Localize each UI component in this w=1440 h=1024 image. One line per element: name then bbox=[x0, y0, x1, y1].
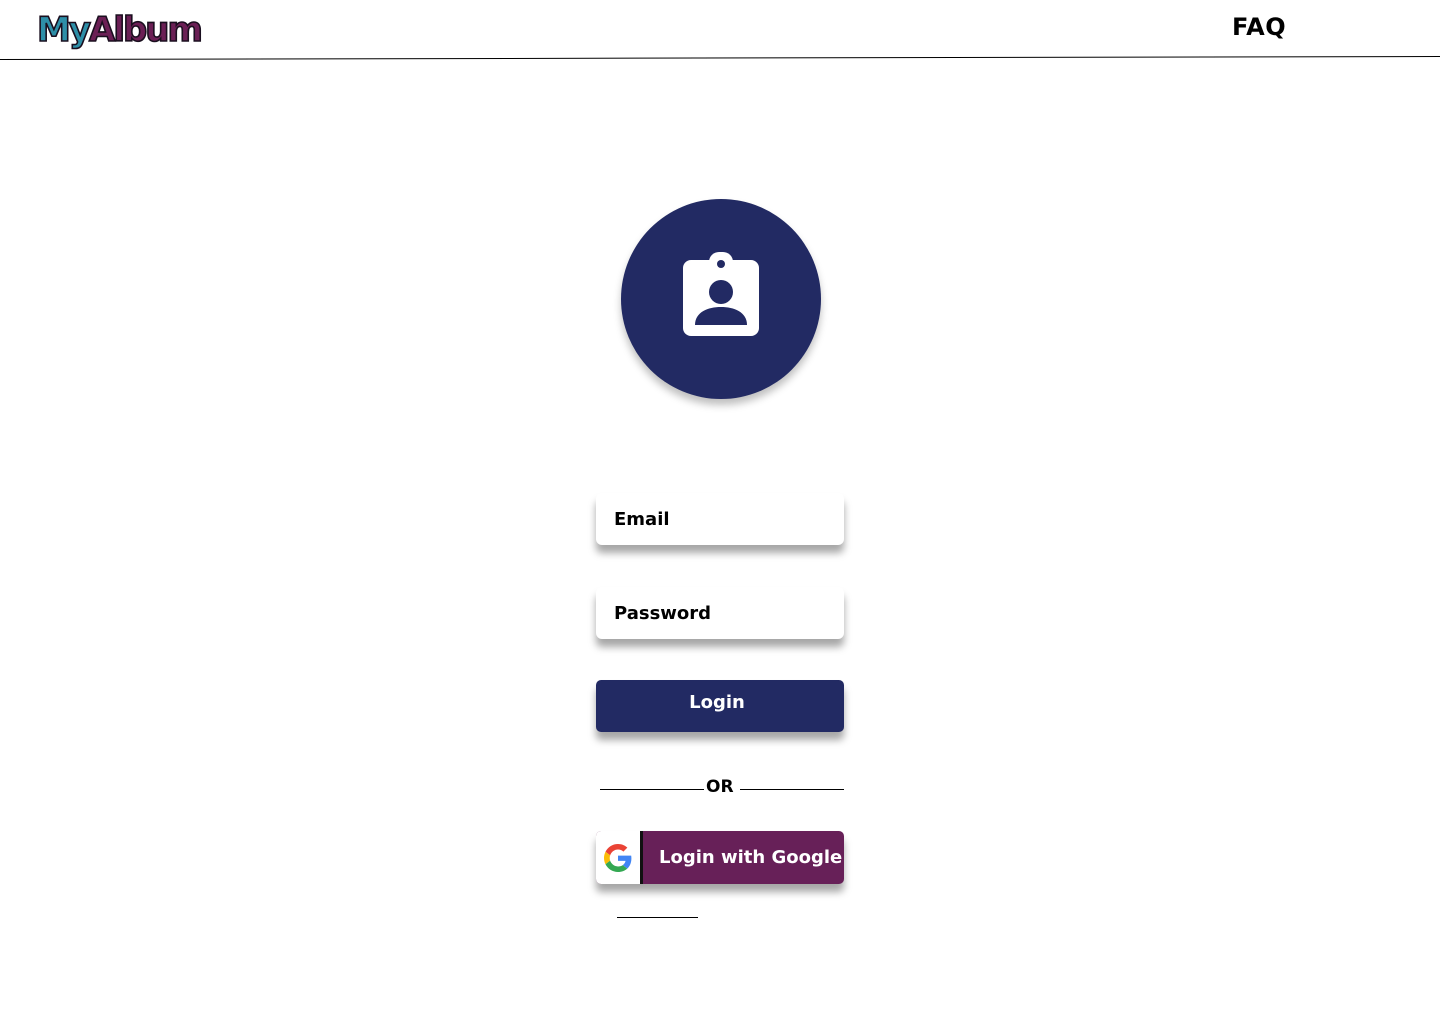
google-login-button[interactable]: Login with Google bbox=[596, 831, 844, 884]
or-divider-text: OR bbox=[706, 777, 734, 797]
divider-line-right bbox=[740, 789, 844, 790]
profile-avatar bbox=[621, 199, 821, 399]
header-divider bbox=[0, 56, 1440, 60]
logo[interactable]: MyAlbum bbox=[36, 8, 204, 52]
google-icon bbox=[604, 844, 632, 872]
password-field[interactable] bbox=[596, 587, 844, 639]
google-icon-container bbox=[596, 831, 643, 884]
login-page: MyAlbum FAQ Login OR bbox=[0, 0, 1440, 1024]
logo-my-text: My bbox=[36, 9, 92, 51]
badge-icon bbox=[683, 252, 759, 336]
logo-album-text: Album bbox=[88, 9, 204, 51]
login-button[interactable]: Login bbox=[596, 680, 844, 732]
faq-link[interactable]: FAQ bbox=[1232, 13, 1286, 41]
divider-line-left bbox=[600, 789, 704, 790]
top-bar: MyAlbum FAQ bbox=[0, 0, 1440, 60]
email-field[interactable] bbox=[596, 493, 844, 545]
google-login-label: Login with Google bbox=[659, 847, 843, 868]
login-button-label: Login bbox=[689, 692, 745, 713]
underline-link-placeholder[interactable] bbox=[617, 917, 698, 918]
